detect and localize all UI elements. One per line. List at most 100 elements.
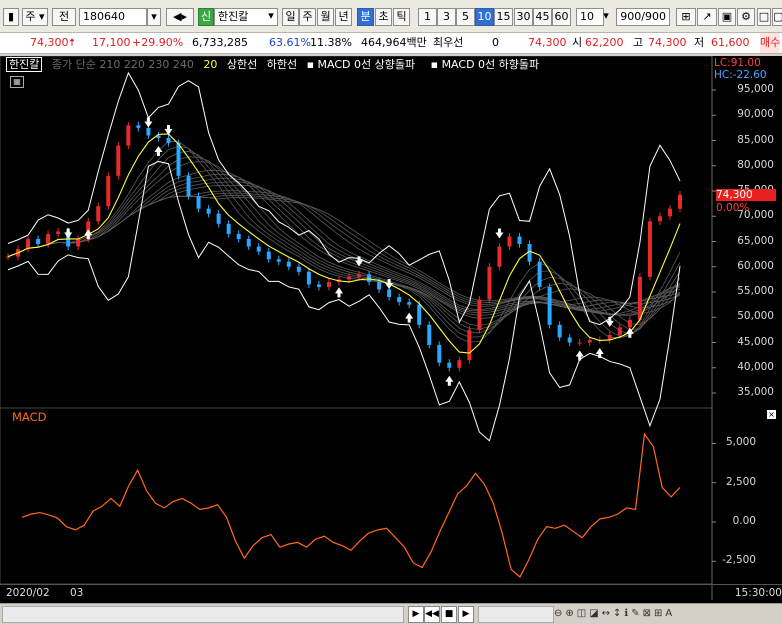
legend-ma-last: 20: [203, 58, 218, 71]
candle-body: [266, 251, 271, 260]
candle-body: [216, 213, 221, 224]
zoom-slider[interactable]: [478, 606, 554, 623]
low-label: 저: [694, 36, 705, 49]
candle-body: [226, 223, 231, 234]
period-tab-3[interactable]: 년: [335, 8, 352, 26]
price-change: 17,100: [92, 36, 131, 49]
code-dropdown-icon[interactable]: ▾: [147, 8, 161, 26]
macd-tick-label: 2,500: [725, 475, 756, 488]
table-icon[interactable]: ▦: [10, 76, 24, 88]
candle-body: [196, 196, 201, 209]
close-panel-icon[interactable]: ×: [767, 410, 776, 419]
signal-down-arrow: [64, 228, 73, 239]
zoom-tools-icon[interactable]: ⊖⊕◫◪↔↕ℹ✎⊠⊞A: [554, 606, 780, 621]
candle-body: [206, 208, 211, 214]
candle-body: [136, 125, 141, 128]
signal-up-arrow: [334, 287, 343, 298]
period-tab-5[interactable]: 초: [375, 8, 392, 26]
candle-body: [296, 266, 301, 272]
candle-body: [56, 231, 61, 234]
interval-tab-3[interactable]: 10: [475, 8, 494, 26]
scroll-track[interactable]: [2, 606, 404, 623]
price-tick-label: 50,000: [737, 310, 774, 323]
candle-body: [286, 261, 291, 267]
current-price: 74,300: [30, 36, 69, 49]
high-price: 74,300: [648, 36, 687, 49]
ma-ribbon-line: [7, 190, 681, 315]
candle-body: [517, 236, 522, 245]
candle-body: [236, 233, 241, 239]
save-icon[interactable]: ▣: [718, 8, 736, 26]
speaker-icon[interactable]: ◀▸: [166, 8, 194, 26]
stop-icon[interactable]: ■: [441, 606, 457, 623]
candle-body: [116, 145, 121, 176]
candle-body: [637, 276, 642, 320]
period-tab-6[interactable]: 틱: [393, 8, 410, 26]
settings-gear-icon[interactable]: ⚙: [737, 8, 755, 26]
candle-body: [306, 271, 311, 285]
interval-dropdown-icon[interactable]: ▾: [600, 8, 612, 26]
interval-tab-4[interactable]: 15: [494, 8, 513, 26]
price-tick-label: 55,000: [737, 285, 774, 297]
time-start: 2020/02: [6, 587, 50, 599]
window-toggle-icon[interactable]: □: [757, 8, 771, 26]
period-tab-4[interactable]: 분: [357, 8, 374, 26]
best-quote-value: 0: [492, 36, 499, 49]
price-tick-label: 65,000: [737, 234, 774, 247]
price-tick-label: 85,000: [737, 133, 774, 146]
interval-tab-2[interactable]: 5: [456, 8, 475, 26]
interval-tab-0[interactable]: 1: [418, 8, 437, 26]
candle-body: [487, 266, 492, 300]
chart-canvas: [0, 56, 716, 600]
period-tab-0[interactable]: 일: [282, 8, 299, 26]
period-tab-2[interactable]: 월: [317, 8, 334, 26]
name-dropdown-icon[interactable]: ▾: [264, 8, 278, 26]
candle-body: [507, 236, 512, 247]
high-label: 고: [633, 36, 644, 49]
stock-code-input[interactable]: 180640: [79, 8, 147, 26]
macd-tick-label: 0.00: [732, 515, 756, 527]
candle-body: [46, 233, 51, 245]
scroll-right-icon[interactable]: ▶: [408, 606, 424, 623]
trade-amount: 464,964백만: [361, 36, 427, 49]
signal-down-arrow: [495, 228, 504, 239]
candle-body: [367, 274, 372, 282]
prev-button[interactable]: 전: [52, 8, 76, 26]
interval-tab-6[interactable]: 45: [533, 8, 552, 26]
candle-body: [407, 302, 412, 305]
legend-ma: 종가 단순 210 220 230 240: [51, 58, 194, 71]
data-count-field[interactable]: 900/900: [616, 8, 670, 26]
chart-type-icon[interactable]: ▮: [3, 8, 19, 26]
interval-tab-7[interactable]: 60: [552, 8, 571, 26]
legend-stock-name[interactable]: 한진칼: [6, 57, 43, 72]
interval-tab-1[interactable]: 3: [437, 8, 456, 26]
market-select[interactable]: 주 ▾: [22, 8, 48, 26]
bid-button[interactable]: 매수: [760, 33, 781, 53]
interval-tab-5[interactable]: 30: [514, 8, 533, 26]
rewind-icon[interactable]: ◀◀: [424, 606, 440, 623]
candle-body: [427, 324, 432, 346]
candle-body: [246, 238, 251, 247]
chart-scrollbar[interactable]: ▶ ◀◀ ■ ▶ ⊖⊕◫◪↔↕ℹ✎⊠⊞A: [0, 603, 782, 624]
volume: 6,733,285: [192, 36, 248, 49]
candle-body: [126, 125, 131, 146]
time-axis: 2020/02 03: [0, 584, 712, 603]
price-tick-label: 40,000: [737, 360, 774, 373]
candle-body: [326, 281, 331, 287]
legend-upper: 상한선: [226, 58, 258, 71]
grid-tool-icon[interactable]: ⊞: [676, 8, 696, 26]
candle-body: [527, 244, 532, 262]
price-tick-label: 60,000: [737, 259, 774, 272]
period-tab-1[interactable]: 주: [299, 8, 316, 26]
candle-body: [256, 246, 261, 252]
candle-body: [387, 289, 392, 298]
legend-lower: 하한선: [266, 58, 298, 71]
trend-tool-icon[interactable]: ↗: [697, 8, 717, 26]
signal-down-arrow: [144, 117, 153, 128]
macd-tick-label: 5,000: [725, 436, 756, 449]
more-icon[interactable]: ▢: [772, 8, 782, 26]
forward-icon[interactable]: ▶: [458, 606, 474, 623]
best-quote-label: 최우선: [433, 36, 464, 49]
current-pct-tag: 0.00%: [716, 202, 750, 214]
chart-area[interactable]: [0, 56, 782, 604]
